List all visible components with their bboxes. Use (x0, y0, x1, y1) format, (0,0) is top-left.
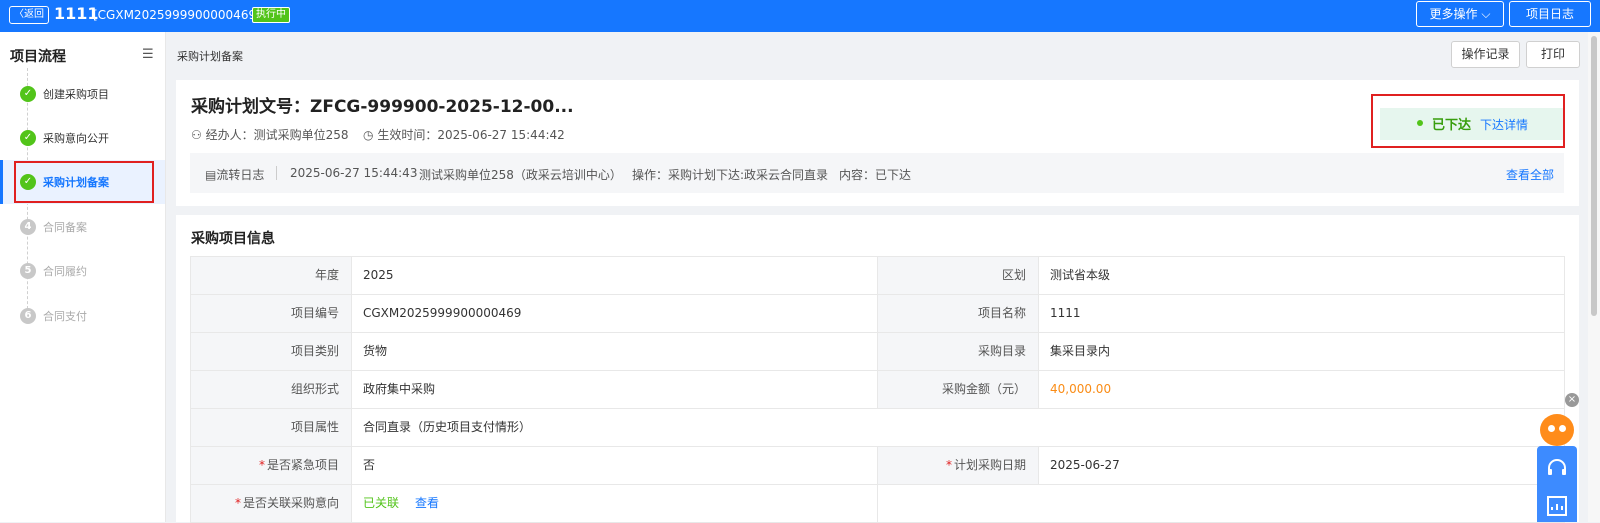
close-icon[interactable]: × (1565, 393, 1579, 407)
step-label: 创建采购项目 (43, 88, 109, 101)
required-mark: * (945, 458, 952, 472)
field-value: 测试省本级 (1039, 257, 1565, 294)
check-icon: ✓ (20, 130, 36, 146)
field-label-text: 是否紧急项目 (266, 458, 339, 472)
field-value: CGXM2025999900000469 (352, 295, 878, 332)
more-actions-button[interactable]: 更多操作 ⌵ (1416, 1, 1504, 27)
flow-log-operation: 操作：采购计划下达:政采云合同直录 (632, 168, 829, 182)
chevron-down-icon: ⌵ (1481, 7, 1491, 21)
flow-log-label: ▤流转日志 (205, 166, 264, 183)
field-label-text: 是否关联采购意向 (242, 496, 339, 510)
step-intention-public[interactable]: ✓ 采购意向公开 (0, 126, 165, 150)
headset-icon[interactable] (1545, 456, 1569, 480)
field-value: 合同直录（历史项目支付情形） (352, 409, 1565, 446)
operation-record-button[interactable]: 操作记录 (1451, 41, 1520, 68)
field-value: 政府集中采购 (352, 371, 878, 408)
project-info-table: 年度 2025 区划 测试省本级 项目编号 CGXM20259999000004… (190, 256, 1565, 523)
effective-time-text: 生效时间：2025-06-27 15:44:42 (377, 128, 565, 142)
field-value: 集采目录内 (1039, 333, 1565, 370)
user-icon: ⚇ (191, 128, 202, 142)
step-contract-payment[interactable]: 6 合同支付 (0, 304, 165, 328)
plan-title: 采购计划文号：ZFCG-999900-2025-12-00... (191, 97, 574, 117)
field-label: 区划 (878, 257, 1039, 294)
table-row: 项目编号 CGXM2025999900000469 项目名称 1111 (191, 295, 1565, 333)
table-row: * 是否关联采购意向 已关联 查看 (191, 485, 1565, 523)
step-label: 采购意向公开 (43, 132, 109, 145)
scrollbar-thumb[interactable] (1591, 36, 1597, 316)
field-label: 项目类别 (191, 333, 352, 370)
table-row: 组织形式 政府集中采购 采购金额（元） 40,000.00 (191, 371, 1565, 409)
field-label: 采购金额（元） (878, 371, 1039, 408)
clock-icon: ◷ (363, 128, 374, 142)
project-log-button[interactable]: 项目日志 (1509, 1, 1591, 27)
more-actions-label: 更多操作 (1429, 7, 1478, 21)
collapse-menu-icon[interactable]: ☰ (142, 47, 154, 62)
field-label: * 计划采购日期 (878, 447, 1039, 484)
effective-time-meta: ◷ 生效时间：2025-06-27 15:44:42 (363, 126, 565, 143)
view-link[interactable]: 查看 (415, 496, 439, 510)
breadcrumb: 采购计划备案 (177, 50, 243, 63)
amount-value: 40,000.00 (1039, 371, 1565, 408)
field-label-text: 计划采购日期 (953, 458, 1026, 472)
field-label: 项目属性 (191, 409, 352, 446)
field-label: 采购目录 (878, 333, 1039, 370)
project-code: [CGXM2025999900000469] (93, 8, 261, 22)
field-value: 2025-06-27 (1039, 447, 1565, 484)
mascot-icon[interactable] (1540, 414, 1574, 446)
field-label: 项目编号 (191, 295, 352, 332)
linked-status: 已关联 (363, 496, 400, 510)
flow-log-text: 流转日志 (216, 168, 265, 182)
view-all-link[interactable]: 查看全部 (1506, 166, 1554, 183)
step-label: 合同支付 (43, 310, 87, 323)
sidebar-title: 项目流程 (10, 49, 66, 65)
project-number: 1111 (54, 4, 99, 23)
table-row: 项目类别 货物 采购目录 集采目录内 (191, 333, 1565, 371)
check-icon: ✓ (20, 86, 36, 102)
table-row: 年度 2025 区划 测试省本级 (191, 257, 1565, 295)
step-label: 合同备案 (43, 221, 87, 234)
step-number: 5 (20, 263, 36, 279)
step-number: 4 (20, 219, 36, 235)
step-number: 6 (20, 308, 36, 324)
back-button[interactable]: 〈返回 (9, 6, 49, 24)
active-step-outline (14, 161, 154, 203)
field-value: 2025 (352, 257, 878, 294)
field-value: 否 (352, 447, 878, 484)
log-icon: ▤ (205, 168, 217, 182)
handler-meta: ⚇ 经办人：测试采购单位258 (191, 126, 349, 143)
field-label: 年度 (191, 257, 352, 294)
table-row: 项目属性 合同直录（历史项目支付情形） (191, 409, 1565, 447)
flow-log-unit: 测试采购单位258（政采云培训中心） (419, 168, 622, 182)
flow-log-time: 2025-06-27 15:44:43 (290, 166, 418, 180)
status-highlight-outline (1371, 94, 1565, 148)
field-value: 1111 (1039, 295, 1565, 332)
field-label: * 是否紧急项目 (191, 447, 352, 484)
step-contract-filing[interactable]: 4 合同备案 (0, 215, 165, 239)
table-row: * 是否紧急项目 否 * 计划采购日期 2025-06-27 (191, 447, 1565, 485)
handler-text: 经办人：测试采购单位258 (205, 128, 349, 142)
mascot-eye (1548, 425, 1555, 432)
empty-cell (878, 485, 1565, 522)
chart-icon[interactable] (1545, 494, 1569, 518)
divider (276, 166, 277, 180)
step-label: 合同履约 (43, 265, 87, 278)
required-mark: * (234, 496, 241, 510)
field-label: 项目名称 (878, 295, 1039, 332)
section-title: 采购项目信息 (191, 231, 275, 247)
status-badge: 执行中 (252, 7, 290, 23)
field-label: * 是否关联采购意向 (191, 485, 352, 522)
field-value: 已关联 查看 (352, 485, 878, 522)
mascot-eye (1559, 425, 1566, 432)
field-label: 组织形式 (191, 371, 352, 408)
step-create-project[interactable]: ✓ 创建采购项目 (0, 82, 165, 106)
required-mark: * (258, 458, 265, 472)
print-button[interactable]: 打印 (1526, 41, 1580, 68)
flow-log-content: 内容：已下达 (839, 168, 912, 182)
step-contract-performance[interactable]: 5 合同履约 (0, 259, 165, 283)
field-value: 货物 (352, 333, 878, 370)
